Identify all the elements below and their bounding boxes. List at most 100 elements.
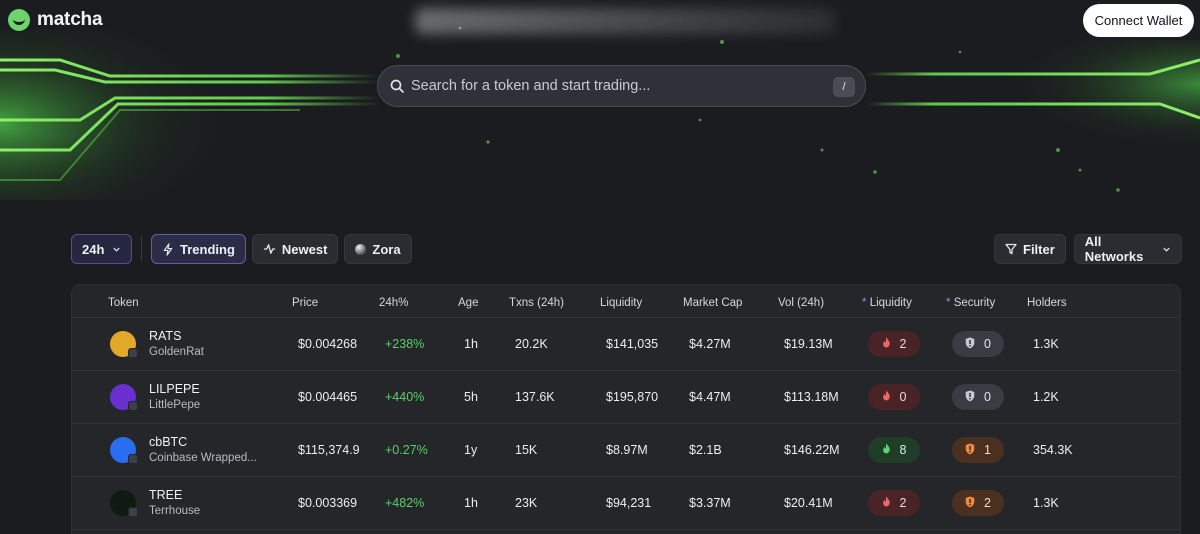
txns-cell: 23K (515, 496, 538, 510)
connect-wallet-button[interactable]: Connect Wallet (1083, 4, 1194, 37)
header-volume[interactable]: Vol (24h) (778, 297, 824, 309)
chevron-down-icon (113, 247, 120, 252)
market-cap-cell: $4.47M (689, 390, 731, 404)
security-badge[interactable]: 2 (952, 490, 1004, 516)
table-row[interactable]: cbBTC Coinbase Wrapped... $115,374.9 +0.27… (72, 424, 1180, 477)
liquidity-cell: $195,870 (606, 390, 659, 404)
price-cell: $0.004465 (298, 390, 358, 404)
header-price[interactable]: Price (292, 297, 318, 309)
filter-button[interactable]: Filter (994, 234, 1066, 264)
network-badge-icon (128, 401, 138, 411)
token-table: Token Price 24h% Age Txns (24h) Liquidit… (71, 284, 1181, 534)
table-row[interactable]: RATS GoldenRat $0.004268 +238% 1h 20.2K $141,… (72, 318, 1180, 371)
header-market-cap[interactable]: Market Cap (683, 297, 742, 309)
security-badge[interactable]: 0 (952, 384, 1004, 410)
txns-cell: 20.2K (515, 337, 548, 351)
network-badge-icon (128, 454, 138, 464)
tab-zora[interactable]: Zora (344, 234, 412, 264)
search-shortcut-key: / (833, 77, 855, 97)
holders-cell: 354.3K (1033, 443, 1073, 457)
token-symbol: LILPEPE (149, 382, 200, 396)
txns-cell: 137.6K (515, 390, 555, 404)
market-cap-cell: $2.1B (689, 443, 722, 457)
token-search-bar[interactable]: / (377, 65, 866, 107)
liquidity-score-badge[interactable]: 2 (868, 331, 920, 357)
liquidity-score-badge[interactable]: 2 (868, 490, 920, 516)
age-cell: 1y (464, 443, 478, 457)
header-txns[interactable]: Txns (24h) (509, 297, 564, 309)
security-badge[interactable]: 0 (952, 331, 1004, 357)
networks-label: All Networks (1084, 234, 1144, 264)
liquidity-score-value: 2 (899, 496, 907, 510)
tab-newest-label: Newest (281, 241, 328, 257)
token-name: Coinbase Wrapped... (149, 452, 257, 464)
flame-icon (882, 496, 891, 510)
change-cell: +440% (385, 390, 425, 404)
token-symbol: cbBTC (149, 435, 188, 449)
security-badge[interactable]: 1 (952, 437, 1004, 463)
header-security-label: Security (953, 297, 996, 309)
star-marker: * (862, 297, 867, 309)
price-cell: $0.004268 (298, 337, 358, 351)
holders-cell: 1.3K (1033, 337, 1059, 351)
header-change[interactable]: 24h% (379, 297, 408, 309)
header-liquidity[interactable]: Liquidity (600, 297, 642, 309)
shield-icon (965, 390, 975, 405)
security-value: 0 (984, 390, 991, 404)
search-icon (390, 79, 404, 93)
age-cell: 5h (464, 390, 478, 404)
liquidity-score-value: 2 (899, 337, 907, 351)
header-liquidity-score-label: Liquidity (869, 297, 912, 309)
header-security[interactable]: * Security (946, 297, 995, 309)
shield-icon (965, 337, 975, 352)
networks-dropdown[interactable]: All Networks (1073, 234, 1182, 264)
token-symbol: RATS (149, 329, 182, 343)
liquidity-score-value: 0 (899, 390, 907, 404)
security-value: 2 (984, 496, 991, 510)
volume-cell: $20.41M (784, 496, 833, 510)
logo-text: matcha (37, 9, 103, 30)
chevron-down-icon (1163, 247, 1170, 252)
shield-icon (965, 443, 975, 458)
header-holders[interactable]: Holders (1027, 297, 1067, 309)
header-token[interactable]: Token (108, 297, 139, 309)
market-cap-cell: $3.37M (689, 496, 731, 510)
market-cap-cell: $4.27M (689, 337, 731, 351)
right-filters: Filter All Networks (994, 234, 1182, 264)
network-badge-icon (128, 348, 138, 358)
table-row[interactable]: TREE Terrhouse $0.003369 +482% 1h 23K $94,231… (72, 477, 1180, 530)
blurred-banner (415, 8, 835, 34)
tab-newest[interactable]: Newest (251, 234, 339, 264)
volume-cell: $19.13M (784, 337, 833, 351)
change-cell: +0.27% (385, 443, 428, 457)
top-bar: matcha Connect Wallet (0, 0, 1200, 42)
volume-cell: $146.22M (784, 443, 840, 457)
logo[interactable]: matcha (8, 9, 103, 31)
header-age[interactable]: Age (458, 297, 478, 309)
lightning-icon (163, 242, 173, 256)
tab-trending[interactable]: Trending (151, 234, 246, 264)
change-cell: +238% (385, 337, 425, 351)
shield-icon (965, 496, 975, 511)
age-cell: 1h (464, 496, 478, 510)
filter-bar: 24h Trending Newest Zora (71, 234, 412, 264)
period-dropdown[interactable]: 24h (71, 234, 132, 264)
tab-zora-label: Zora (372, 241, 401, 257)
liquidity-score-badge[interactable]: 0 (868, 384, 920, 410)
token-name: Terrhouse (149, 505, 201, 517)
network-badge-icon (128, 507, 138, 517)
divider (141, 237, 142, 261)
txns-cell: 15K (515, 443, 538, 457)
liquidity-cell: $94,231 (606, 496, 652, 510)
flame-icon (882, 337, 891, 351)
flame-icon (882, 390, 891, 404)
holders-cell: 1.2K (1033, 390, 1059, 404)
liquidity-cell: $141,035 (606, 337, 659, 351)
matcha-logo-icon (8, 9, 30, 31)
search-input[interactable] (411, 78, 865, 94)
liquidity-score-badge[interactable]: 8 (868, 437, 920, 463)
table-row[interactable]: LILPEPE LittlePepe $0.004465 +440% 5h 137.6K… (72, 371, 1180, 424)
header-liquidity-score[interactable]: * Liquidity (862, 297, 912, 309)
security-value: 0 (984, 337, 991, 351)
zora-icon (355, 243, 367, 255)
